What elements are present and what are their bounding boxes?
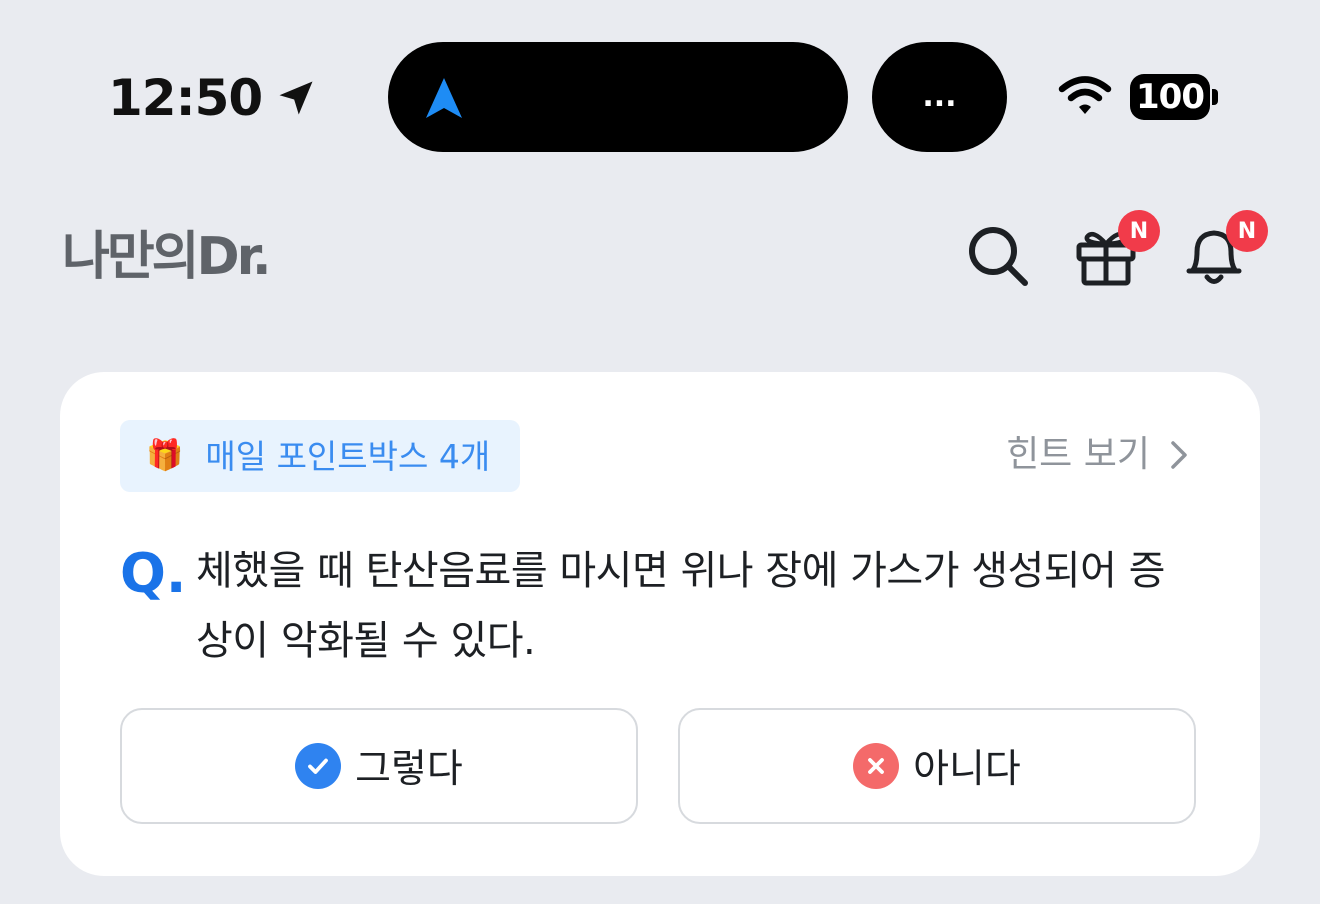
notification-new-badge: N [1226,210,1268,252]
check-circle-icon [295,743,342,789]
battery-indicator: 100 [1130,74,1210,120]
chevron-right-icon [1171,441,1187,469]
location-arrow-icon [279,81,313,115]
daily-quiz-card: 🎁 매일 포인트박스 4개 힌트 보기 Q. 체했을 때 탄산음료를 마시면 위… [60,372,1260,876]
battery-level: 100 [1136,77,1205,117]
gift-button[interactable]: N [1072,210,1160,290]
hint-label: 힌트 보기 [1006,434,1150,475]
navigation-arrow-icon [426,78,462,118]
notifications-button[interactable]: N [1180,210,1268,290]
gift-emoji-icon: 🎁 [146,438,184,473]
app-logo[interactable]: 나만의Dr. [62,222,272,292]
battery-tip [1212,89,1218,105]
dynamic-island-navigation[interactable] [388,42,848,152]
daily-point-text: 매일 포인트박스 4개 [205,436,491,476]
app-screen: 12:50 ... 100 나만의Dr. N N 🎁 매일 포인트박스 4개 힌… [0,0,1320,904]
answer-no-button[interactable]: 아니다 [678,708,1196,824]
answer-no-label: 아니다 [913,747,1021,792]
gift-new-badge: N [1118,210,1160,252]
hint-button[interactable]: 힌트 보기 [1006,430,1188,480]
time-text: 12:50 [108,69,263,127]
question-marker: Q. [120,542,187,605]
status-bar-time: 12:50 [108,66,318,130]
answer-yes-button[interactable]: 그렇다 [120,708,638,824]
search-icon [969,227,1028,286]
search-button[interactable] [964,222,1032,290]
cross-circle-icon [853,743,900,789]
question-text: 체했을 때 탄산음료를 마시면 위나 장에 가스가 생성되어 증상이 악화될 수… [196,548,1165,664]
answer-yes-label: 그렇다 [355,747,463,792]
dynamic-island-more[interactable]: ... [872,42,1007,152]
daily-point-tag: 🎁 매일 포인트박스 4개 [120,420,521,492]
more-dots: ... [922,79,957,114]
wifi-icon [1058,76,1112,114]
